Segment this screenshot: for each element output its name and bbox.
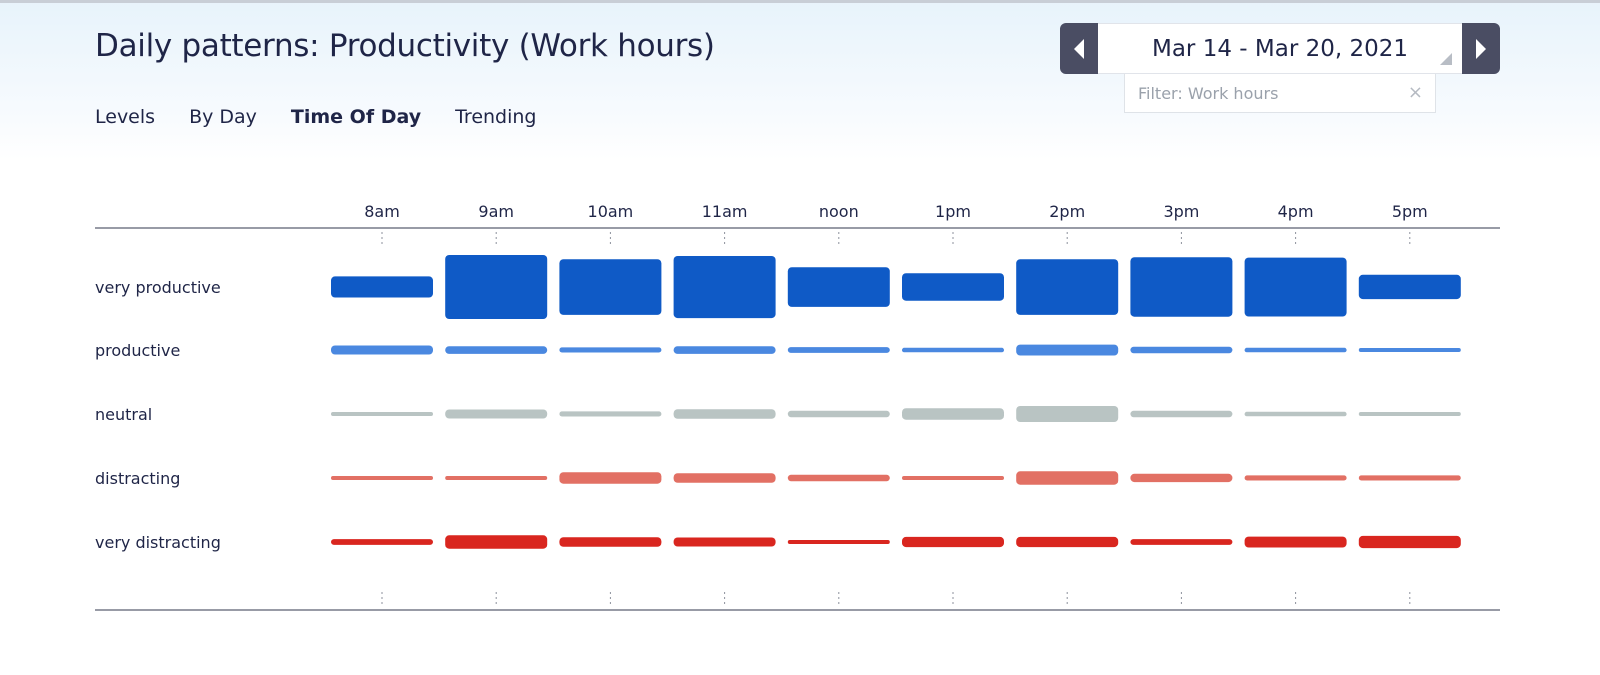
bar-very-productive-4pm (1244, 257, 1347, 317)
bar-productive-9am (445, 346, 548, 354)
bar-productive-5pm (1358, 348, 1461, 352)
bar-very-distracting-11am (673, 537, 776, 547)
bar-productive-1pm (902, 347, 1004, 353)
bar-distracting-3pm (1130, 473, 1233, 483)
row-label-distracting: distracting (95, 469, 180, 488)
bar-very-productive-10am (559, 259, 662, 315)
row-label-very-productive: very productive (95, 278, 221, 297)
hour-label-2pm: 2pm (1049, 202, 1085, 221)
filter-tag: Filter: Work hours × (1124, 74, 1436, 113)
page-title: Daily patterns: Productivity (Work hours… (95, 28, 715, 64)
tab-time-of-day[interactable]: Time Of Day (291, 106, 421, 128)
bar-neutral-9am (445, 409, 548, 419)
tab-by-day[interactable]: By Day (189, 106, 257, 128)
bar-very-distracting-8am (331, 539, 433, 545)
tab-levels[interactable]: Levels (95, 106, 155, 128)
tab-trending[interactable]: Trending (455, 106, 536, 128)
bar-productive-10am (559, 347, 662, 353)
date-range-label: Mar 14 - Mar 20, 2021 (1151, 35, 1409, 62)
bar-distracting-2pm (1016, 471, 1119, 485)
resize-corner-icon (1440, 53, 1452, 65)
bar-neutral-1pm (902, 408, 1004, 420)
bar-productive-8am (331, 345, 433, 355)
time-of-day-chart: 8am 9am 10am 11am noon 1pm 2pm 3pm 4pm 5pm very pr… (95, 202, 1500, 611)
bar-productive-noon (787, 347, 890, 353)
tab-bar: Levels By Day Time Of Day Trending (95, 106, 571, 128)
row-label-productive: productive (95, 341, 180, 360)
bar-very-distracting-1pm (902, 536, 1004, 548)
bar-distracting-4pm (1244, 475, 1347, 481)
hour-label-8am: 8am (364, 202, 400, 221)
bar-very-distracting-5pm (1358, 535, 1461, 549)
hour-label-10am: 10am (588, 202, 634, 221)
bar-distracting-9am (445, 476, 548, 480)
bar-productive-2pm (1016, 344, 1119, 356)
row-label-very-distracting: very distracting (95, 533, 221, 552)
bar-very-productive-5pm (1358, 274, 1461, 300)
hour-label-4pm: 4pm (1278, 202, 1314, 221)
bar-very-productive-1pm (902, 273, 1004, 301)
hour-label-1pm: 1pm (935, 202, 971, 221)
next-week-button[interactable] (1462, 23, 1500, 74)
bar-very-distracting-4pm (1244, 536, 1347, 548)
bar-very-distracting-noon (787, 540, 890, 544)
triangle-left-icon (1074, 38, 1084, 59)
bar-neutral-8am (331, 412, 433, 416)
bar-very-distracting-10am (559, 537, 662, 547)
bar-very-productive-noon (787, 267, 890, 307)
top-edge (0, 0, 1600, 3)
bar-productive-4pm (1244, 347, 1347, 353)
bar-very-productive-2pm (1016, 259, 1119, 315)
bar-distracting-8am (331, 476, 433, 480)
hour-label-3pm: 3pm (1163, 202, 1199, 221)
close-icon[interactable]: × (1408, 82, 1423, 103)
date-range-navigator: Mar 14 - Mar 20, 2021 (1060, 23, 1500, 74)
triangle-right-icon (1476, 38, 1486, 59)
bar-distracting-1pm (902, 476, 1004, 480)
bar-neutral-11am (673, 409, 776, 419)
bar-very-productive-8am (331, 276, 433, 298)
bar-productive-3pm (1130, 346, 1233, 354)
bar-very-productive-3pm (1130, 257, 1233, 317)
row-label-neutral: neutral (95, 405, 152, 424)
bar-very-distracting-3pm (1130, 539, 1233, 545)
bar-neutral-2pm (1016, 406, 1119, 422)
filter-label: Filter: Work hours (1138, 83, 1279, 103)
hour-label-5pm: 5pm (1392, 202, 1428, 221)
bar-very-productive-9am (445, 255, 548, 319)
bar-distracting-11am (673, 473, 776, 483)
hour-label-11am: 11am (702, 202, 748, 221)
previous-week-button[interactable] (1060, 23, 1098, 74)
hour-label-9am: 9am (478, 202, 514, 221)
bar-very-distracting-9am (445, 535, 548, 549)
bar-distracting-noon (787, 474, 890, 482)
bar-neutral-4pm (1244, 411, 1347, 417)
bar-productive-11am (673, 346, 776, 354)
bar-very-productive-11am (673, 256, 776, 319)
bar-very-distracting-2pm (1016, 536, 1119, 548)
date-range-select[interactable]: Mar 14 - Mar 20, 2021 (1098, 23, 1462, 74)
bar-neutral-noon (787, 410, 890, 418)
bar-distracting-10am (559, 472, 662, 484)
hour-label-noon: noon (819, 202, 859, 221)
bar-neutral-10am (559, 411, 662, 417)
bar-neutral-3pm (1130, 410, 1233, 418)
bar-neutral-5pm (1358, 412, 1461, 416)
bar-distracting-5pm (1358, 475, 1461, 481)
